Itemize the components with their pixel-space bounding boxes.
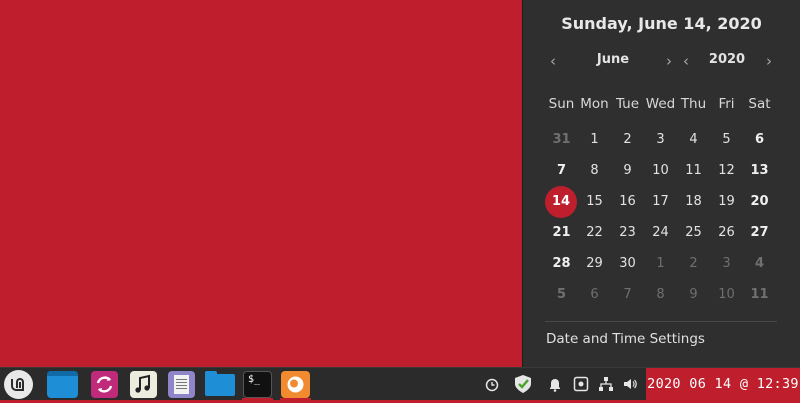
calendar-day[interactable]: 9 <box>611 158 644 184</box>
calendar-day[interactable]: 7 <box>611 282 644 308</box>
calendar-day[interactable]: 1 <box>644 251 677 277</box>
weekday-sun: Sun <box>548 96 575 112</box>
calendar-day[interactable]: 12 <box>710 158 743 184</box>
year-label: 2020 <box>708 52 746 67</box>
calendar-day[interactable]: 28 <box>545 251 578 277</box>
calendar-date-title: Sunday, June 14, 2020 <box>561 14 762 33</box>
weekday-thu: Thu <box>680 96 707 112</box>
calendar-day[interactable]: 3 <box>644 127 677 153</box>
calendar-day[interactable]: 31 <box>545 127 578 153</box>
terminal-icon[interactable]: $_ <box>243 371 272 398</box>
calendar-day[interactable]: 13 <box>743 158 776 184</box>
calendar-day[interactable]: 30 <box>611 251 644 277</box>
calendar-day[interactable]: 25 <box>677 220 710 246</box>
calendar-day[interactable]: 10 <box>644 158 677 184</box>
calendar-day[interactable]: 11 <box>743 282 776 308</box>
calendar-day[interactable]: 24 <box>644 220 677 246</box>
text-editor-icon[interactable] <box>168 371 195 398</box>
calendar-week-row: 31 1 2 3 4 5 6 <box>545 127 794 153</box>
taskbar: $_ 2020 06 14 @ 12:39 <box>0 367 800 401</box>
calendar-day[interactable]: 15 <box>578 189 611 215</box>
network-icon[interactable] <box>598 376 614 392</box>
weekday-mon: Mon <box>580 96 609 112</box>
calendar-week-row: 14 15 16 17 18 19 20 <box>545 186 794 218</box>
calendar-week-row: 28 29 30 1 2 3 4 <box>545 251 794 277</box>
calendar-day[interactable]: 20 <box>743 189 776 215</box>
weekday-tue: Tue <box>615 96 640 112</box>
previous-year-button[interactable]: ‹ <box>678 51 694 71</box>
calendar-week-row: 7 8 9 10 11 12 13 <box>545 158 794 184</box>
calendar-day[interactable]: 9 <box>677 282 710 308</box>
popup-separator <box>545 321 777 322</box>
update-shield-icon[interactable] <box>513 374 533 394</box>
calendar-day[interactable]: 5 <box>545 282 578 308</box>
next-year-button[interactable]: › <box>761 51 777 71</box>
firefox-icon[interactable] <box>281 371 310 398</box>
calendar-day[interactable]: 2 <box>677 251 710 277</box>
calendar-day[interactable]: 8 <box>644 282 677 308</box>
calendar-day[interactable]: 21 <box>545 220 578 246</box>
calendar-day[interactable]: 1 <box>578 127 611 153</box>
weekday-fri: Fri <box>718 96 735 112</box>
calendar-day[interactable]: 7 <box>545 158 578 184</box>
month-label: June <box>596 52 630 67</box>
calendar-day[interactable]: 6 <box>743 127 776 153</box>
date-time-settings-link[interactable]: Date and Time Settings <box>546 331 705 347</box>
calendar-week-row: 5 6 7 8 9 10 11 <box>545 282 794 308</box>
calendar-day[interactable]: 5 <box>710 127 743 153</box>
weekday-wed: Wed <box>645 96 676 112</box>
update-manager-icon[interactable] <box>91 371 118 398</box>
calendar-day[interactable]: 29 <box>578 251 611 277</box>
calendar-day[interactable]: 2 <box>611 127 644 153</box>
calendar-week-row: 21 22 23 24 25 26 27 <box>545 220 794 246</box>
keyboard-layout-icon[interactable] <box>573 376 589 392</box>
calendar-day[interactable]: 19 <box>710 189 743 215</box>
calendar-day[interactable]: 22 <box>578 220 611 246</box>
calendar-day[interactable]: 4 <box>677 127 710 153</box>
alarm-clock-icon[interactable] <box>484 376 500 392</box>
next-month-button[interactable]: › <box>661 51 677 71</box>
calendar-day[interactable]: 26 <box>710 220 743 246</box>
music-player-icon[interactable] <box>130 371 157 398</box>
file-manager-icon[interactable] <box>205 371 235 396</box>
volume-icon[interactable] <box>622 376 638 392</box>
calendar-day[interactable]: 17 <box>644 189 677 215</box>
calendar-day[interactable]: 8 <box>578 158 611 184</box>
calendar-day[interactable]: 27 <box>743 220 776 246</box>
calendar-day[interactable]: 10 <box>710 282 743 308</box>
notifications-bell-icon[interactable] <box>547 376 563 392</box>
mint-menu-icon[interactable] <box>4 370 33 399</box>
weekday-sat: Sat <box>748 96 771 112</box>
desktop-background[interactable] <box>0 0 522 367</box>
weekday-header-row: Sun Mon Tue Wed Thu Fri Sat <box>545 91 794 117</box>
calendar-day[interactable]: 11 <box>677 158 710 184</box>
calendar-day[interactable]: 4 <box>743 251 776 277</box>
calendar-popup: Sunday, June 14, 2020 ‹ June › ‹ 2020 › … <box>522 0 800 367</box>
previous-month-button[interactable]: ‹ <box>545 51 561 71</box>
calendar-day[interactable]: 6 <box>578 282 611 308</box>
calendar-day-today[interactable]: 14 <box>545 186 577 218</box>
calendar-day[interactable]: 23 <box>611 220 644 246</box>
calendar-day[interactable]: 16 <box>611 189 644 215</box>
calendar-day[interactable]: 3 <box>710 251 743 277</box>
calendar-day[interactable]: 18 <box>677 189 710 215</box>
clock-applet[interactable]: 2020 06 14 @ 12:39 <box>646 368 800 401</box>
show-desktop-icon[interactable] <box>47 371 78 398</box>
